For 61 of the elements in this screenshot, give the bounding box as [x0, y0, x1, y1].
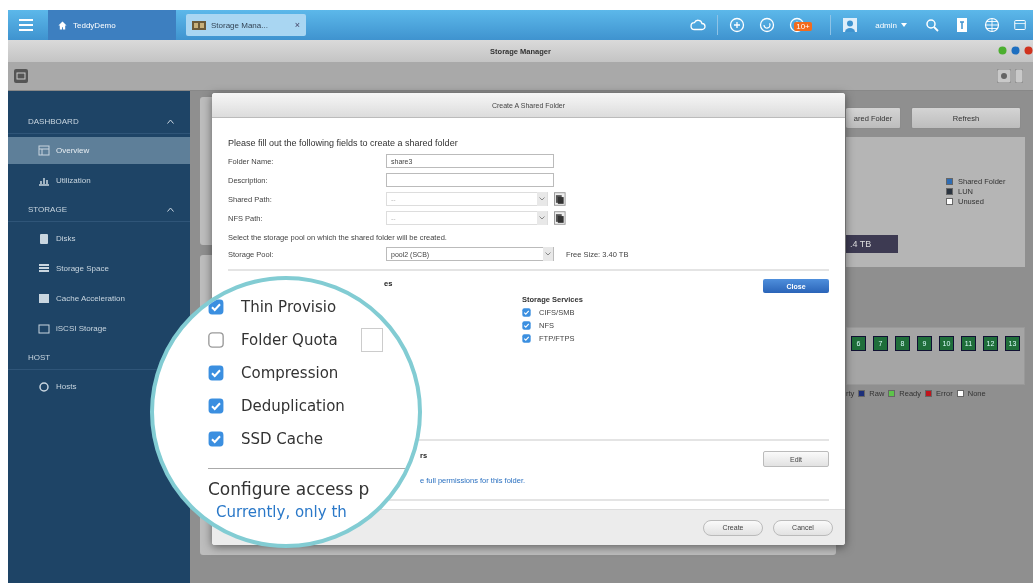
dropdown-caret-icon: [537, 211, 548, 225]
menu-icon[interactable]: [18, 18, 34, 32]
sidebar-item[interactable]: iSCSI Storage: [8, 315, 113, 342]
globe-icon[interactable]: [984, 17, 1000, 33]
sidebar-item[interactable]: Utilization: [8, 167, 97, 194]
panel-toggle-icon[interactable]: [14, 69, 28, 83]
plus-circle-icon[interactable]: [729, 17, 746, 33]
item-icon: [38, 292, 50, 305]
option-label: Compression: [241, 363, 339, 382]
item-icon: [38, 144, 50, 157]
storage-icon: [192, 19, 206, 31]
dropdown-caret-icon: [537, 192, 548, 206]
item-icon: [38, 232, 50, 245]
caret-icon: [901, 23, 907, 27]
section-header: DASHBOARD: [28, 116, 79, 126]
checkbox[interactable]: [208, 364, 224, 381]
close-tab-button[interactable]: ×: [294, 20, 300, 30]
avatar-icon[interactable]: [842, 17, 859, 33]
home-tab[interactable]: TeddyDemo: [48, 10, 176, 40]
checkbox[interactable]: [208, 397, 224, 414]
sidebar-item[interactable]: Disks: [8, 225, 82, 252]
section-header: HOST: [28, 352, 51, 362]
item-icon: [38, 262, 50, 275]
permission-note: Currently, only th: [216, 503, 348, 521]
minimize-button[interactable]: [998, 46, 1007, 55]
option-label: SSD Cache: [241, 429, 323, 448]
app-tab[interactable]: Storage Mana... ×: [186, 14, 306, 36]
checkbox[interactable]: [522, 321, 531, 330]
search-icon[interactable]: [924, 17, 940, 33]
checkbox[interactable]: [522, 308, 531, 317]
input-field[interactable]: [360, 327, 383, 352]
checkbox[interactable]: [208, 331, 224, 348]
item-icon: [38, 322, 50, 335]
maximize-button[interactable]: [1011, 46, 1020, 55]
window-icon[interactable]: [1014, 17, 1026, 33]
option-label: Deduplication: [241, 396, 345, 415]
sidebar-item[interactable]: Cache Acceleration: [8, 285, 131, 312]
checkbox[interactable]: [208, 298, 224, 315]
option-label: Folder Quota: [241, 330, 338, 349]
item-icon: [38, 380, 50, 393]
chevron-icon[interactable]: [167, 118, 174, 124]
sidebar-item[interactable]: Storage Space: [8, 255, 115, 282]
sidebar-item[interactable]: Hosts: [8, 373, 83, 400]
capacity-badge: .4 TB: [846, 235, 898, 253]
dropdown-caret-icon: [543, 247, 553, 261]
browse-icon[interactable]: [554, 211, 566, 225]
section-header: STORAGE: [28, 204, 67, 214]
cloud-icon[interactable]: [690, 17, 707, 33]
notification-badge: 10+: [794, 22, 812, 31]
home-icon: [58, 20, 67, 30]
checkbox[interactable]: [208, 430, 224, 447]
chevron-icon[interactable]: [167, 206, 174, 212]
settings-icon[interactable]: [997, 69, 1011, 83]
checkbox[interactable]: [522, 334, 531, 343]
section-heading: Configure access p: [208, 479, 371, 499]
text-field[interactable]: [386, 173, 554, 187]
browse-icon[interactable]: [554, 192, 566, 206]
dialog-intro: Please fill out the following fields to create a shared folder: [228, 138, 459, 148]
close-button[interactable]: [1024, 46, 1033, 55]
sidebar-item[interactable]: Overview: [8, 137, 190, 164]
option-label: Thin Provisio: [241, 297, 337, 316]
